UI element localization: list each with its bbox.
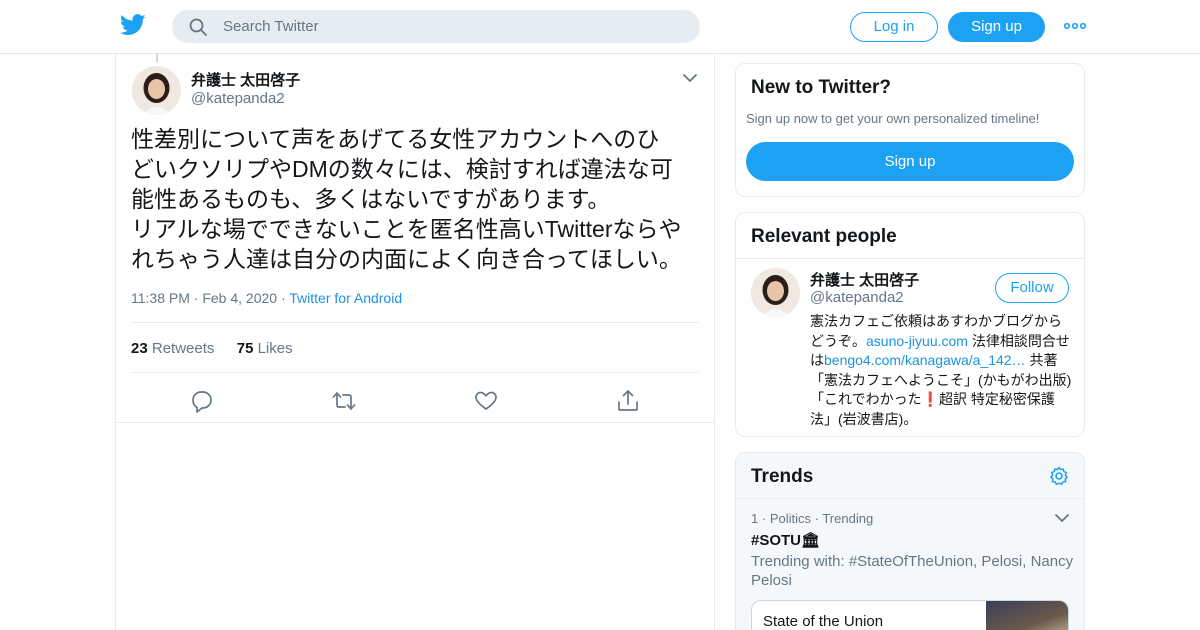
search-bar[interactable] xyxy=(172,10,700,43)
tweet-stats: 23 Retweets 75 Likes xyxy=(131,340,293,357)
relevant-people-card: Relevant people 弁護士 太田啓子 @katepanda2 Fol… xyxy=(735,212,1085,437)
thread-connector xyxy=(156,54,158,62)
avatar-image xyxy=(751,268,800,317)
trend-description: Trending with: #StateOfTheUnion, Pelosi,… xyxy=(751,553,1074,589)
trend-card-title: State of the Union xyxy=(763,613,884,630)
trend-category: Politics xyxy=(769,511,811,526)
tweet-source-link[interactable]: Twitter for Android xyxy=(289,290,402,306)
tweet-text: 性差別について声をあげてる女性アカウントへのひ どいクソリプやDMの数々には、検… xyxy=(131,124,701,274)
person-name[interactable]: 弁護士 太田啓子 xyxy=(810,269,919,290)
divider xyxy=(131,372,699,373)
follow-button[interactable]: Follow xyxy=(995,273,1069,303)
tweet-text-line: 能性あるものも、多くはないですがあります。 xyxy=(131,186,611,212)
divider xyxy=(736,498,1084,499)
person-bio: 憲法カフェご依頼はあすわかブログからどうぞ。asuno-jiyuu.com 法律… xyxy=(810,312,1072,429)
tweet-column: 弁護士 太田啓子 @katepanda2 性差別について声をあげてる女性アカウン… xyxy=(115,54,715,630)
new-to-twitter-card: New to Twitter? Sign up now to get your … xyxy=(735,63,1085,197)
tweet-text-line: リアルな場でできないことを匿名性高いTwitterならや xyxy=(131,216,682,242)
likes-stat[interactable]: 75 Likes xyxy=(237,340,293,357)
card-title: New to Twitter? xyxy=(751,77,892,98)
retweets-stat[interactable]: 23 Retweets xyxy=(131,340,214,357)
author-handle[interactable]: @katepanda2 xyxy=(191,90,285,107)
retweets-count: 23 xyxy=(131,340,148,357)
login-button[interactable]: Log in xyxy=(850,12,938,42)
share-icon[interactable] xyxy=(615,388,641,414)
retweets-label: Retweets xyxy=(151,340,215,357)
twitter-bird-icon[interactable] xyxy=(120,14,146,36)
exclamation-emoji-icon: ❗ xyxy=(921,391,940,407)
bio-link[interactable]: bengo4.com/kanagawa/a_142… xyxy=(824,352,1026,368)
trend-card-image xyxy=(986,601,1068,630)
likes-count: 75 xyxy=(236,340,254,357)
trend-status: Trending xyxy=(822,511,874,526)
avatar[interactable] xyxy=(751,268,800,317)
trend-rank: 1 xyxy=(751,511,759,526)
divider xyxy=(131,322,699,323)
more-options-icon[interactable] xyxy=(1064,19,1086,33)
tweet-text-line: れちゃう人達は自分の内面によく向き合ってほしい。 xyxy=(131,246,682,272)
tweet-actions xyxy=(116,384,714,422)
person-handle[interactable]: @katepanda2 xyxy=(810,289,904,306)
card-title: Relevant people xyxy=(751,226,897,247)
card-title: Trends xyxy=(751,466,814,487)
avatar[interactable] xyxy=(132,66,181,115)
tweet-metadata: 11:38 PM · Feb 4, 2020 · Twitter for And… xyxy=(131,290,402,306)
tweet-text-line: どいクソリプやDMの数々には、検討すれば違法な可 xyxy=(131,156,673,182)
search-input[interactable] xyxy=(223,11,683,42)
like-heart-icon[interactable] xyxy=(473,388,499,414)
divider xyxy=(736,258,1084,259)
bio-link[interactable]: asuno-jiyuu.com xyxy=(866,333,968,349)
sidebar-signup-button[interactable]: Sign up xyxy=(746,142,1074,181)
search-icon xyxy=(189,18,207,36)
trend-metadata: 1 · Politics · Trending xyxy=(751,511,873,526)
trends-card: Trends 1 · Politics · Trending #SOTU🏛 Tr… xyxy=(735,452,1085,630)
retweet-icon[interactable] xyxy=(331,388,357,414)
divider xyxy=(116,422,714,423)
top-navigation-bar: Log in Sign up xyxy=(0,0,1200,54)
likes-label: Likes xyxy=(257,340,293,357)
tweet-text-line: 性差別について声をあげてる女性アカウントへのひ xyxy=(131,126,660,152)
trend-hashtag[interactable]: #SOTU🏛 xyxy=(751,531,820,549)
reply-icon[interactable] xyxy=(189,388,215,414)
tweet-date[interactable]: Feb 4, 2020 xyxy=(202,290,277,306)
trend-news-card[interactable]: State of the Union xyxy=(751,600,1069,630)
card-subtitle: Sign up now to get your own personalized… xyxy=(746,111,1040,126)
gear-icon[interactable] xyxy=(1049,466,1069,486)
avatar-image xyxy=(132,66,181,115)
tweet-time[interactable]: 11:38 PM xyxy=(131,290,190,306)
signup-button[interactable]: Sign up xyxy=(948,12,1045,42)
chevron-down-icon[interactable] xyxy=(1054,513,1070,523)
author-name[interactable]: 弁護士 太田啓子 xyxy=(191,69,300,90)
chevron-down-icon[interactable] xyxy=(682,72,698,84)
separator-dot: · xyxy=(761,511,770,526)
